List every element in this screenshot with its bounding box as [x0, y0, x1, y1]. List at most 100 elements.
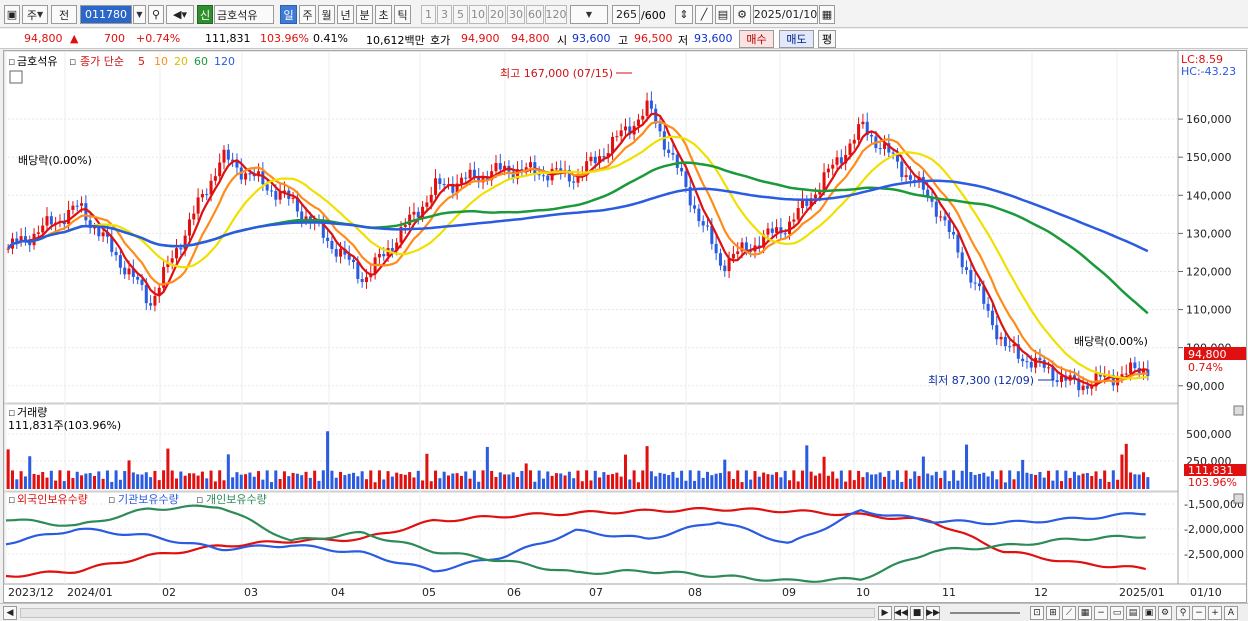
interval-tab[interactable]: 1 [421, 5, 436, 24]
volume-bar [19, 471, 23, 489]
buy-button[interactable]: 매수 [739, 30, 774, 48]
quote-row: 94,800 ▲ 700 +0.74% 111,831 103.96% 0.41… [0, 29, 1248, 49]
candle-body [434, 178, 438, 195]
candle-body [352, 259, 356, 263]
crosshair-icon[interactable]: ⊞ [1046, 606, 1060, 620]
volume-bar [688, 470, 692, 489]
zoom-out-icon[interactable]: − [1192, 606, 1206, 620]
volume-bar [1094, 471, 1098, 489]
rewind-icon[interactable]: ◀◀ [894, 606, 908, 620]
panel-close-icon[interactable] [1233, 405, 1244, 416]
candle-body [49, 216, 53, 225]
volume-bar [649, 471, 653, 489]
volume-bar [382, 479, 386, 489]
scroll-track[interactable] [20, 608, 875, 618]
candle-body [123, 267, 127, 275]
interval-tab[interactable]: 60 [526, 5, 544, 24]
chart-settings-icon[interactable]: ⇕ [675, 5, 693, 24]
save-icon[interactable]: ▤ [715, 5, 731, 24]
chart-area[interactable]: 160,000 150,000 140,000 130,000 120,000 110,0… [3, 50, 1247, 603]
sell-button[interactable]: 매도 [779, 30, 814, 48]
volume-bar [1077, 475, 1081, 489]
calendar-icon[interactable]: ▦ [819, 5, 835, 24]
window-icon[interactable]: ▣ [4, 5, 20, 24]
window-icon[interactable]: ▭ [1110, 606, 1124, 620]
volume-bar [377, 470, 381, 489]
candle-body [960, 252, 964, 268]
fast-forward-icon[interactable]: ▶▶ [926, 606, 940, 620]
period-tab[interactable]: 월 [318, 5, 335, 24]
volume-bar [282, 471, 286, 489]
volume-bar [390, 476, 394, 489]
candle-body [939, 216, 943, 218]
candle-body [727, 258, 731, 272]
speaker-icon[interactable]: ◀▾ [166, 5, 194, 24]
candle-body [205, 194, 209, 196]
period-tab[interactable]: 주 [299, 5, 316, 24]
zoom-slider[interactable] [950, 612, 1020, 614]
search-icon[interactable]: ⚲ [148, 5, 164, 24]
date-field[interactable]: 2025/01/10 [753, 5, 818, 24]
line-tool-icon[interactable]: ⟋ [1062, 606, 1076, 620]
period-tab[interactable]: 일 [280, 5, 297, 24]
settings-small-icon[interactable]: ⚙ [1158, 606, 1172, 620]
stop-icon[interactable]: ■ [910, 606, 924, 620]
volume-bar [1038, 471, 1042, 489]
minus-zoom-icon[interactable]: − [1094, 606, 1108, 620]
interval-tab[interactable]: 3 [437, 5, 452, 24]
volume-bar [645, 446, 649, 489]
candle-body [248, 173, 252, 175]
volume-bar [796, 481, 800, 489]
period-tab[interactable]: 틱 [394, 5, 411, 24]
volume-bar [101, 478, 105, 489]
market-select[interactable]: 주 ▼ [22, 5, 48, 24]
interval-dropdown[interactable]: ▼ [570, 5, 608, 24]
candle-body [813, 194, 817, 199]
volume-bar [904, 470, 908, 489]
stock-chart[interactable]: 160,000 150,000 140,000 130,000 120,000 110,0… [4, 51, 1246, 602]
stock-name-field[interactable]: 금호석유 [214, 5, 274, 24]
grid-toggle-icon[interactable] [9, 70, 23, 84]
volume-bar [166, 448, 170, 489]
scroll-right-icon[interactable]: ▶ [878, 606, 892, 620]
layout-icon[interactable]: ▣ [1142, 606, 1156, 620]
candle-body [360, 278, 364, 283]
interval-tab[interactable]: 30 [507, 5, 525, 24]
candle-body [377, 254, 381, 258]
draw-tool-icon[interactable]: ╱ [695, 5, 713, 24]
count-field[interactable]: 265 [612, 5, 640, 24]
hoga-ask: 94,900 [461, 32, 500, 45]
volume-bar [516, 477, 520, 489]
scroll-left-icon[interactable]: ◀ [3, 606, 17, 620]
period-tab[interactable]: 분 [356, 5, 373, 24]
interval-tab[interactable]: 10 [469, 5, 487, 24]
volume-bar [226, 454, 230, 489]
volume-bar [848, 470, 852, 489]
volume-bar [554, 473, 558, 489]
zoom-in-icon[interactable]: + [1208, 606, 1222, 620]
prev-button[interactable]: 전 [51, 5, 77, 24]
evaluate-button[interactable]: 평 [818, 30, 836, 48]
period-tab[interactable]: 초 [375, 5, 392, 24]
candle-body [662, 131, 666, 150]
pan-icon[interactable]: ⊡ [1030, 606, 1044, 620]
font-size-icon[interactable]: A [1224, 606, 1238, 620]
volume-bar [209, 470, 213, 489]
interval-tab[interactable]: 120 [545, 5, 567, 24]
candle-body [330, 240, 334, 249]
code-field[interactable]: 011780 [80, 5, 132, 24]
table-icon[interactable]: ▤ [1126, 606, 1140, 620]
gear-icon[interactable]: ⚙ [733, 5, 751, 24]
volume-bar [939, 478, 943, 489]
volume-bar [990, 471, 994, 489]
panel-close-icon[interactable] [1233, 493, 1244, 504]
code-dropdown[interactable]: ▼ [133, 5, 146, 24]
zoom-search-icon[interactable]: ⚲ [1176, 606, 1190, 620]
interval-tab[interactable]: 5 [453, 5, 468, 24]
chevron-down-icon: ▼ [136, 10, 143, 19]
grid-icon[interactable]: ▦ [1078, 606, 1092, 620]
period-tab[interactable]: 년 [337, 5, 354, 24]
y-tick-label: 110,000 [1186, 304, 1232, 317]
interval-tab[interactable]: 20 [488, 5, 506, 24]
volume-bar [123, 471, 127, 489]
